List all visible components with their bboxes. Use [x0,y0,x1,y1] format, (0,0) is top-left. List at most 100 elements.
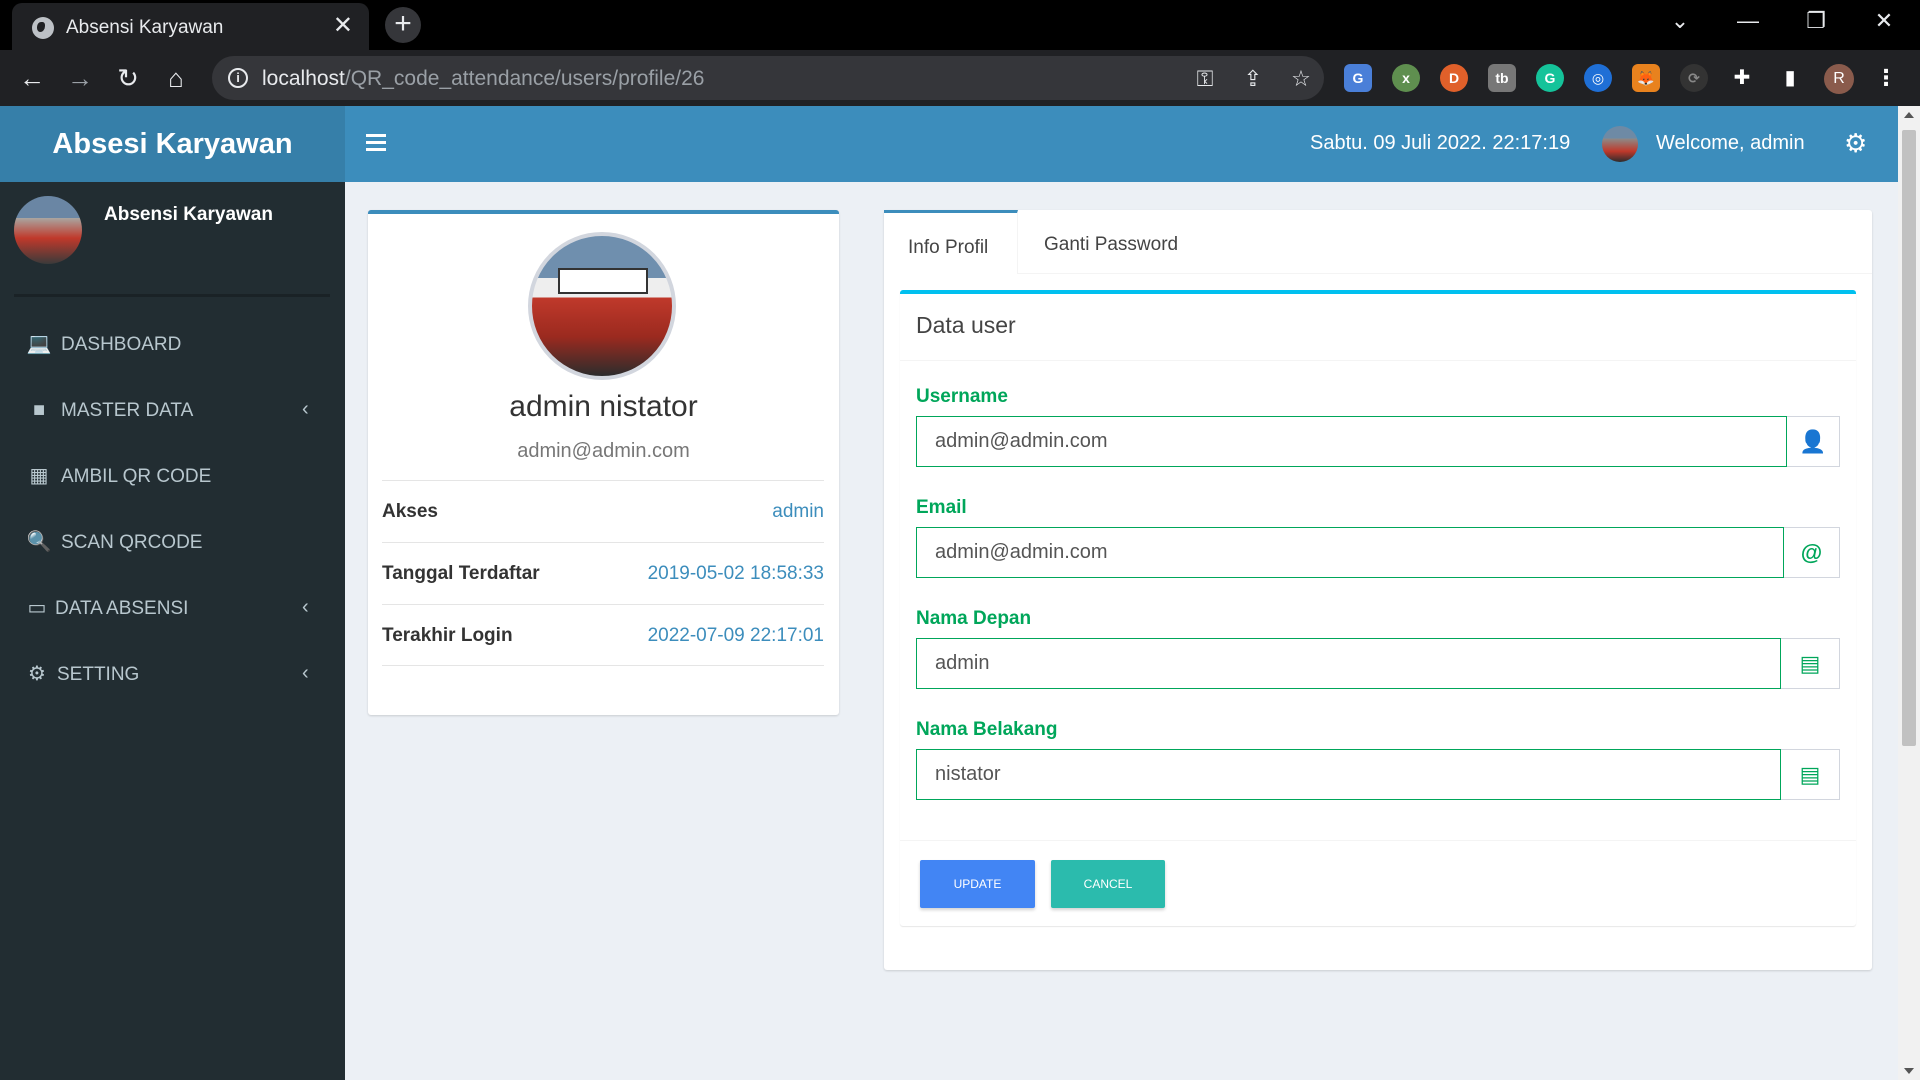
nama-depan-input[interactable] [916,638,1781,689]
globe-extension-icon[interactable]: ◎ [1584,64,1612,92]
browser-toolbar: ← → ↻ ⌂ i localhost/QR_code_attendance/u… [0,50,1920,106]
nama-depan-label: Nama Depan [916,608,1032,629]
kebab-menu-icon[interactable]: ⋮ [1872,64,1900,92]
scroll-up-arrow[interactable] [1904,112,1914,118]
profile-row-terakhir-login: Terakhir Login 2022-07-09 22:17:01 [382,604,824,666]
profile-row-value[interactable]: 2019-05-02 18:58:33 [648,563,824,585]
duckduckgo-icon[interactable]: D [1440,64,1468,92]
laptop-icon: 💻 [26,333,52,355]
address-bar[interactable]: i localhost/QR_code_attendance/users/pro… [212,56,1324,100]
avatar[interactable] [1602,126,1638,162]
forward-icon[interactable]: → [62,60,98,96]
reload-icon[interactable]: ↻ [110,60,146,96]
translate-extension-icon[interactable]: G [1344,64,1372,92]
sidebar-item-label: AMBIL QR CODE [61,466,212,487]
box-header-divider [900,360,1856,361]
grammarly-icon[interactable]: G [1536,64,1564,92]
tab-info-profil[interactable]: Info Profil [884,210,1018,274]
sidebar: Absensi Karyawan 💻 DASHBOARD ■ MASTER DA… [0,182,345,1080]
username-input[interactable] [916,416,1787,467]
back-icon[interactable]: ← [14,60,50,96]
profile-row-key: Tanggal Terdaftar [382,563,540,584]
sync-extension-icon[interactable]: ⟳ [1680,64,1708,92]
profile-row-value[interactable]: admin [772,501,824,523]
brand-logo[interactable]: Absesi Karyawan [0,106,345,182]
box-title: Data user [916,312,1016,338]
sidebar-item-label: DASHBOARD [61,334,182,355]
tab-label: Ganti Password [1044,234,1179,255]
tab-label: Info Profil [908,237,989,258]
qrcode-icon: ▦ [29,465,49,487]
update-button[interactable]: UPDATE [920,860,1035,908]
box-footer-divider [900,840,1856,841]
profile-row-value[interactable]: 2022-07-09 22:17:01 [648,625,824,647]
sidebar-item-master-data[interactable]: ■ MASTER DATA ‹ [0,386,345,436]
folder-icon: ■ [32,399,46,421]
tb-extension-icon[interactable]: tb [1488,64,1516,92]
new-tab-button[interactable]: + [385,7,421,43]
sidebar-item-label: MASTER DATA [61,400,194,421]
chevron-left-icon: ‹ [302,596,309,618]
star-icon[interactable]: ☆ [1286,64,1316,94]
browser-tab[interactable]: Absensi Karyawan ✕ [12,3,369,50]
nama-belakang-label: Nama Belakang [916,719,1058,740]
sidebar-divider [14,294,330,297]
restore-button[interactable]: ❐ [1782,0,1850,42]
sidebar-item-ambil-qr-code[interactable]: ▦ AMBIL QR CODE [0,452,345,502]
welcome-text[interactable]: Welcome, admin [1656,132,1805,155]
nama-belakang-input[interactable] [916,749,1781,800]
sidebar-user-avatar [14,196,82,264]
user-icon: 👤 [1787,416,1840,467]
data-user-box: Data user Username 👤 Email @ Nama Depan … [900,290,1856,926]
chevron-left-icon: ‹ [302,398,309,420]
id-card-icon: ▤ [1781,749,1840,800]
page-scrollbar[interactable] [1898,106,1920,1080]
header-datetime: Sabtu. 09 Juli 2022. 22:17:19 [1310,132,1571,154]
scroll-thumb[interactable] [1902,130,1916,746]
sidepanel-icon[interactable]: ▮ [1776,64,1804,92]
folder-open-icon: ▭ [27,597,47,619]
hamburger-icon[interactable] [366,134,386,152]
at-icon: @ [1784,527,1840,578]
cancel-button[interactable]: CANCEL [1051,860,1165,908]
profile-name: admin nistator [509,390,698,423]
gears-icon[interactable]: ⚙ [1844,128,1867,159]
profile-card: admin nistator admin@admin.com Akses adm… [368,210,839,715]
profile-row-key: Terakhir Login [382,625,513,646]
chevron-down-icon[interactable]: ⌄ [1646,0,1714,42]
sidebar-item-data-absensi[interactable]: ▭ DATA ABSENSI ‹ [0,584,345,634]
search-plus-icon: 🔍 [26,531,52,553]
sidebar-item-setting[interactable]: ⚙ SETTING ‹ [0,650,345,700]
sidebar-item-label: SETTING [57,664,140,685]
chevron-left-icon: ‹ [302,662,309,684]
share-icon[interactable]: ⇪ [1238,64,1268,94]
key-icon[interactable]: ⚿ [1190,64,1220,94]
app-header: Absesi Karyawan Sabtu. 09 Juli 2022. 22:… [0,106,1898,182]
extension-icon[interactable]: x [1392,64,1420,92]
profile-row-tanggal-terdaftar: Tanggal Terdaftar 2019-05-02 18:58:33 [382,542,824,604]
sidebar-item-scan-qrcode[interactable]: 🔍 SCAN QRCODE [0,518,345,568]
email-input[interactable] [916,527,1784,578]
profile-image-sign [558,268,648,294]
sidebar-item-label: DATA ABSENSI [55,598,189,619]
browser-tabstrip: Absensi Karyawan ✕ + ⌄ — ❐ ✕ [0,0,1920,50]
sidebar-item-dashboard[interactable]: 💻 DASHBOARD [0,320,345,370]
metamask-icon[interactable]: 🦊 [1632,64,1660,92]
home-icon[interactable]: ⌂ [158,60,194,96]
profile-tabs: Info Profil Ganti Password Data user Use… [884,210,1872,970]
tab-ganti-password[interactable]: Ganti Password [1018,210,1198,274]
url-text[interactable]: localhost/QR_code_attendance/users/profi… [262,67,704,91]
close-icon[interactable]: ✕ [333,13,353,39]
minimize-button[interactable]: — [1714,0,1782,42]
profile-image [528,232,676,380]
id-card-icon: ▤ [1781,638,1840,689]
email-label: Email [916,497,967,518]
info-icon[interactable]: i [228,68,248,88]
scroll-down-arrow[interactable] [1904,1068,1914,1074]
profile-row-akses: Akses admin [382,480,824,542]
window-close-button[interactable]: ✕ [1850,0,1918,42]
profile-avatar[interactable]: R [1824,64,1854,94]
profile-email: admin@admin.com [517,440,690,462]
puzzle-icon[interactable]: ✚ [1728,64,1756,92]
cogs-icon: ⚙ [28,663,46,685]
